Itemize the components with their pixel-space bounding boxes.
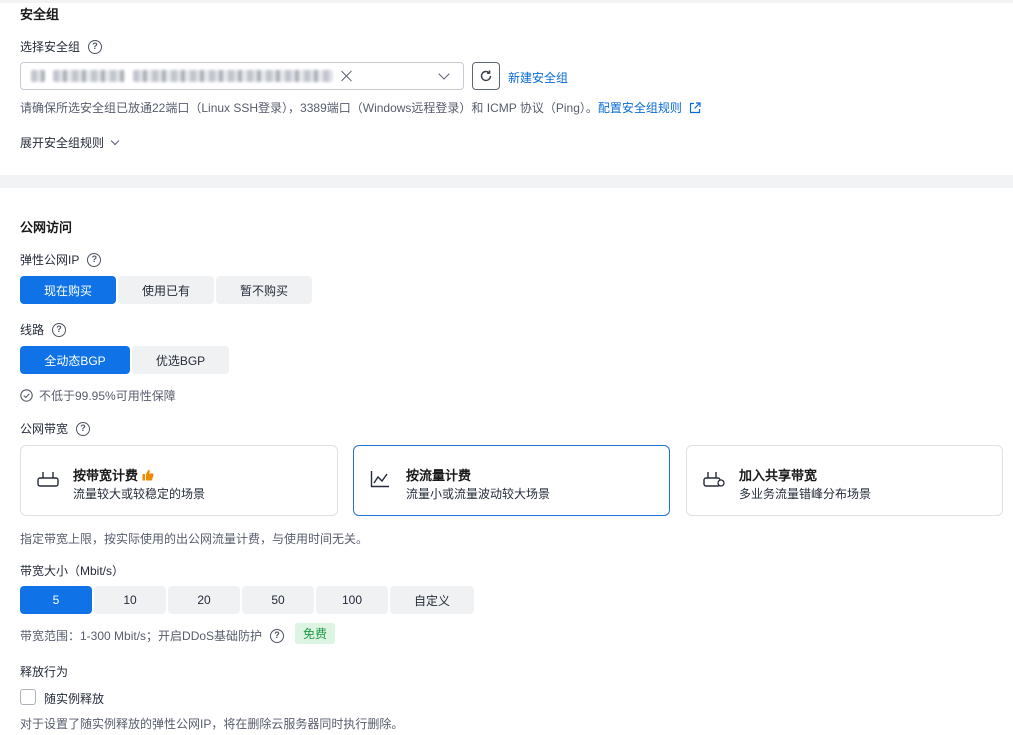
billing-card-title-text: 按带宽计费: [73, 468, 139, 483]
release-with-instance-checkbox[interactable]: [20, 689, 36, 705]
billing-card-desc: 流量较大或较稳定的场景: [73, 487, 206, 501]
config-rules-link[interactable]: 配置安全组规则: [598, 99, 682, 116]
availability-note: 不低于99.95%可用性保障: [20, 387, 176, 404]
bandwidth-size-label: 带宽大小（Mbit/s）: [20, 564, 125, 578]
availability-note-text: 不低于99.95%可用性保障: [39, 389, 176, 403]
help-icon[interactable]: ?: [87, 252, 102, 267]
billing-hint: 指定带宽上限，按实际使用的出公网流量计费，与使用时间无关。: [20, 532, 369, 546]
eip-option-use-existing[interactable]: 使用已有: [118, 276, 214, 304]
external-link-icon[interactable]: [689, 101, 701, 114]
check-circle-icon: [20, 389, 33, 402]
eip-label: 弹性公网IP ?: [20, 251, 102, 268]
free-badge: 免费: [295, 623, 335, 644]
shared-router-icon: [703, 472, 725, 487]
billing-card-by-bandwidth[interactable]: 按带宽计费 流量较大或较稳定的场景: [20, 445, 338, 516]
eip-option-buy-now[interactable]: 现在购买: [20, 276, 116, 304]
billing-card-by-traffic[interactable]: 按流量计费 流量小或流量波动较大场景: [353, 445, 670, 516]
release-with-instance-label[interactable]: 随实例释放: [44, 690, 104, 707]
port-hint: 请确保所选安全组已放通22端口（Linux SSH登录），3389端口（Wind…: [20, 99, 701, 116]
bandwidth-option-5[interactable]: 5: [20, 586, 92, 614]
help-icon[interactable]: ?: [52, 322, 67, 337]
help-icon[interactable]: ?: [88, 39, 103, 54]
bandwidth-options: 5 10 20 50 100 自定义: [20, 586, 474, 614]
redacted-value-prefix: [31, 70, 45, 82]
new-security-group-link[interactable]: 新建安全组: [508, 69, 568, 86]
expand-rules-text: 展开安全组规则: [20, 136, 105, 150]
bandwidth-option-50[interactable]: 50: [242, 586, 314, 614]
line-label: 线路 ?: [20, 321, 67, 338]
eip-options: 现在购买 使用已有 暂不购买: [20, 276, 312, 304]
line-label-text: 线路: [20, 323, 45, 337]
line-option-full-dynamic-bgp[interactable]: 全动态BGP: [20, 346, 130, 374]
bandwidth-option-100[interactable]: 100: [316, 586, 388, 614]
redacted-value-part2: [133, 70, 333, 82]
eip-label-text: 弹性公网IP: [20, 253, 80, 267]
line-option-preferred-bgp[interactable]: 优选BGP: [132, 346, 229, 374]
bandwidth-label-text: 公网带宽: [20, 422, 69, 436]
billing-card-desc: 流量小或流量波动较大场景: [406, 487, 551, 501]
bandwidth-option-custom[interactable]: 自定义: [390, 586, 474, 614]
help-icon[interactable]: ?: [270, 628, 285, 643]
billing-card-title: 加入共享带宽: [739, 468, 818, 483]
security-group-select[interactable]: [20, 62, 464, 90]
bandwidth-range-text: 带宽范围：1-300 Mbit/s；开启DDoS基础防护: [20, 629, 263, 643]
bandwidth-option-10[interactable]: 10: [94, 586, 166, 614]
top-divider: [0, 0, 1013, 3]
billing-card-title: 按带宽计费: [73, 465, 154, 484]
expand-rules-toggle[interactable]: 展开安全组规则: [20, 134, 120, 151]
line-options: 全动态BGP 优选BGP: [20, 346, 229, 374]
help-icon[interactable]: ?: [76, 421, 91, 436]
refresh-button[interactable]: [472, 62, 500, 90]
chevron-down-icon[interactable]: [438, 68, 450, 80]
billing-card-desc: 多业务流量错峰分布场景: [739, 487, 872, 501]
eip-option-not-buy[interactable]: 暂不购买: [216, 276, 312, 304]
line-chart-icon: [370, 471, 389, 488]
thumbs-up-icon: [142, 469, 154, 480]
bandwidth-range: 带宽范围：1-300 Mbit/s；开启DDoS基础防护 ?: [20, 627, 285, 644]
select-security-group-label: 选择安全组 ?: [20, 38, 103, 55]
clear-icon[interactable]: [339, 68, 355, 84]
release-hint: 对于设置了随实例释放的弹性公网IP，将在删除云服务器同时执行删除。: [20, 717, 404, 731]
router-icon: [37, 472, 59, 487]
bandwidth-option-20[interactable]: 20: [168, 586, 240, 614]
public-access-title: 公网访问: [20, 220, 73, 235]
release-behavior-label: 释放行为: [20, 665, 69, 679]
bandwidth-label: 公网带宽 ?: [20, 420, 91, 437]
redacted-value-part1: [53, 70, 125, 82]
billing-card-shared-bandwidth[interactable]: 加入共享带宽 多业务流量错峰分布场景: [686, 445, 1003, 516]
section-divider-band: [0, 175, 1013, 188]
port-hint-text: 请确保所选安全组已放通22端口（Linux SSH登录），3389端口（Wind…: [20, 101, 598, 115]
select-security-group-text: 选择安全组: [20, 40, 81, 54]
billing-card-title: 按流量计费: [406, 468, 472, 483]
refresh-icon: [480, 70, 492, 82]
chevron-down-icon: [110, 136, 120, 145]
security-group-title: 安全组: [20, 7, 60, 22]
